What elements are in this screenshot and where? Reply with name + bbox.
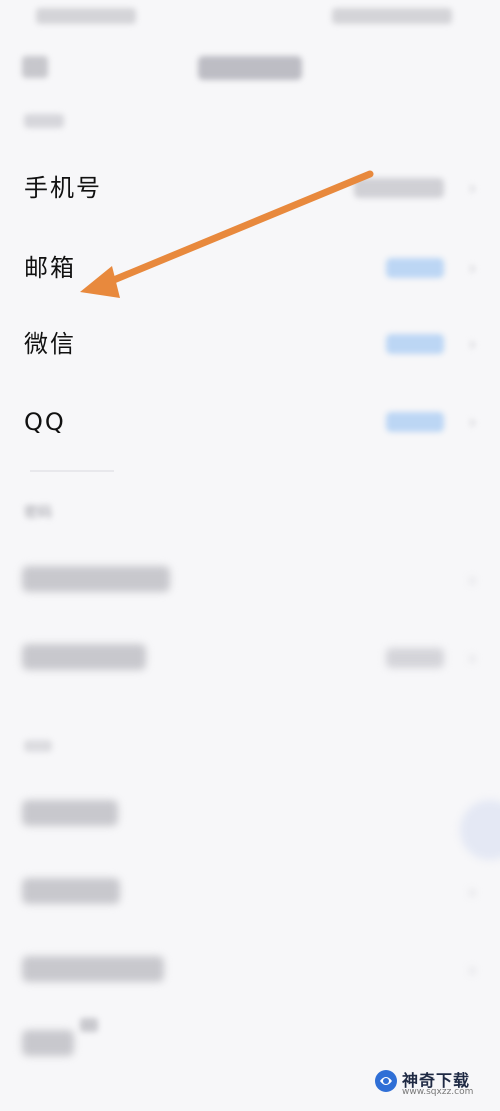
other-row-1-label	[22, 800, 118, 826]
email-row[interactable]: 邮箱 ›	[0, 236, 500, 300]
email-label: 邮箱	[24, 254, 76, 282]
chevron-right-icon: ›	[468, 334, 476, 355]
top-bar	[0, 40, 500, 96]
chevron-right-icon: ›	[468, 178, 476, 199]
qq-bind-status	[386, 412, 444, 432]
wechat-label: 微信	[24, 330, 76, 358]
phone-value	[354, 178, 444, 198]
version-badge	[80, 1018, 98, 1032]
other-row-3[interactable]: ›	[0, 938, 500, 1002]
chevron-right-icon: ›	[468, 882, 476, 903]
wechat-row[interactable]: 微信 ›	[0, 312, 500, 376]
other-row-2-label	[22, 878, 120, 904]
status-time	[36, 8, 136, 24]
page-title	[198, 56, 302, 80]
phone-row[interactable]: 手机号 ›	[0, 156, 500, 220]
chevron-right-icon: ›	[468, 648, 476, 669]
status-icons	[332, 8, 452, 24]
password-row-2-value	[386, 648, 444, 668]
chevron-right-icon: ›	[468, 570, 476, 591]
wechat-bind-status	[386, 334, 444, 354]
account-section-header	[24, 114, 64, 128]
chevron-right-icon: ›	[468, 960, 476, 981]
status-bar	[0, 0, 500, 36]
password-row-1-label	[22, 566, 170, 592]
section-divider	[30, 470, 114, 472]
password-section-header: 密码	[24, 505, 52, 521]
other-row-3-label	[22, 956, 164, 982]
email-bind-status	[386, 258, 444, 278]
other-row-4-label	[22, 1030, 74, 1056]
phone-label: 手机号	[24, 174, 102, 202]
watermark: 神奇下载 www.sqxzz.com	[374, 1065, 494, 1101]
chevron-right-icon: ›	[468, 258, 476, 279]
password-row-2[interactable]: ›	[0, 626, 500, 690]
back-button[interactable]	[22, 56, 48, 78]
watermark-logo-icon	[375, 1070, 397, 1092]
watermark-url: www.sqxzz.com	[402, 1087, 474, 1097]
chevron-right-icon: ›	[468, 412, 476, 433]
other-row-2[interactable]: ›	[0, 860, 500, 924]
other-section-header	[24, 740, 52, 752]
qq-row[interactable]: QQ ›	[0, 390, 500, 454]
qq-label: QQ	[24, 408, 66, 436]
password-row-1[interactable]: ›	[0, 548, 500, 612]
other-row-1[interactable]	[0, 782, 500, 846]
password-row-2-label	[22, 644, 146, 670]
